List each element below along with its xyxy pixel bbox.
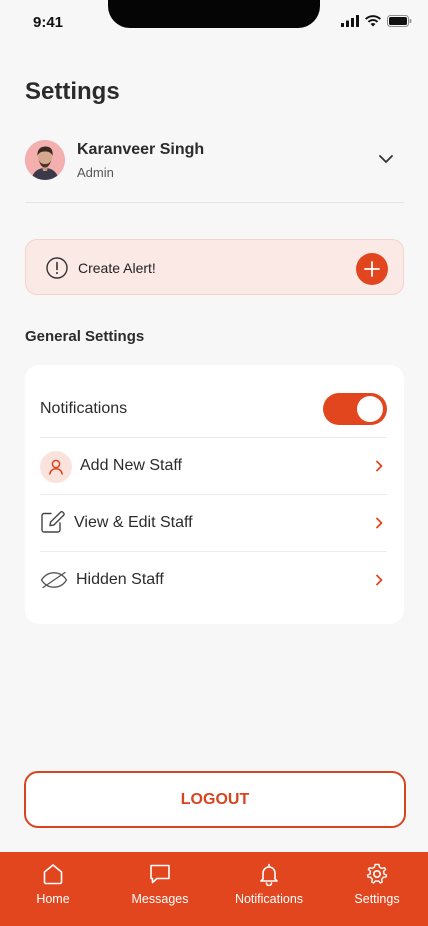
settings-row-label: Add New Staff <box>80 457 182 474</box>
device-notch <box>108 0 320 28</box>
create-alert-card[interactable]: Create Alert! <box>25 239 404 295</box>
tab-home[interactable]: Home <box>3 862 103 918</box>
bottom-tab-bar: Home Messages Notifications Settings <box>0 852 428 926</box>
tab-settings[interactable]: Settings <box>327 862 427 918</box>
toggle-knob <box>357 396 383 422</box>
chevron-down-icon[interactable] <box>378 153 394 165</box>
notifications-toggle[interactable] <box>323 393 387 425</box>
create-alert-label: Create Alert! <box>78 260 156 276</box>
status-bar: 9:41 <box>0 0 428 44</box>
settings-row-label: View & Edit Staff <box>74 514 193 531</box>
profile-name: Karanveer Singh <box>77 141 205 158</box>
signal-icon <box>341 15 359 27</box>
message-icon <box>150 864 170 884</box>
status-icons <box>341 15 412 27</box>
avatar-image <box>25 140 65 180</box>
settings-row-label: Notifications <box>40 400 128 417</box>
tab-label: Notifications <box>234 892 304 906</box>
add-alert-button[interactable] <box>356 253 388 285</box>
wifi-icon <box>365 15 381 27</box>
battery-icon <box>387 15 412 27</box>
settings-row-hidden-staff[interactable]: Hidden Staff <box>40 551 387 608</box>
tab-label: Settings <box>354 892 400 906</box>
section-title-general-settings: General Settings <box>25 328 145 345</box>
home-icon <box>43 864 63 885</box>
tab-label: Messages <box>131 892 189 906</box>
chevron-right-icon <box>376 517 383 529</box>
logout-button[interactable]: LOGOUT <box>24 771 406 828</box>
tab-label: Home <box>36 892 70 906</box>
profile-selector[interactable]: Karanveer Singh Admin <box>25 139 404 203</box>
alert-circle-icon <box>46 257 68 279</box>
bell-icon <box>260 863 278 886</box>
status-time: 9:41 <box>33 14 64 31</box>
chevron-right-icon <box>376 460 383 472</box>
avatar <box>25 140 65 180</box>
gear-icon <box>366 863 388 884</box>
eye-off-icon <box>40 571 68 589</box>
edit-icon <box>41 511 65 533</box>
plus-icon <box>364 261 380 277</box>
profile-role: Admin <box>77 165 114 180</box>
tab-notifications[interactable]: Notifications <box>219 862 319 918</box>
settings-row-add-new-staff[interactable]: Add New Staff <box>40 437 387 494</box>
settings-row-label: Hidden Staff <box>76 571 164 588</box>
user-icon <box>40 451 72 483</box>
settings-row-notifications: Notifications <box>40 381 387 438</box>
general-settings-card: Notifications Add New Staff View & Edit … <box>25 365 404 624</box>
settings-row-view-edit-staff[interactable]: View & Edit Staff <box>40 494 387 551</box>
chevron-right-icon <box>376 574 383 586</box>
tab-messages[interactable]: Messages <box>110 862 210 918</box>
page-title: Settings <box>25 78 120 105</box>
